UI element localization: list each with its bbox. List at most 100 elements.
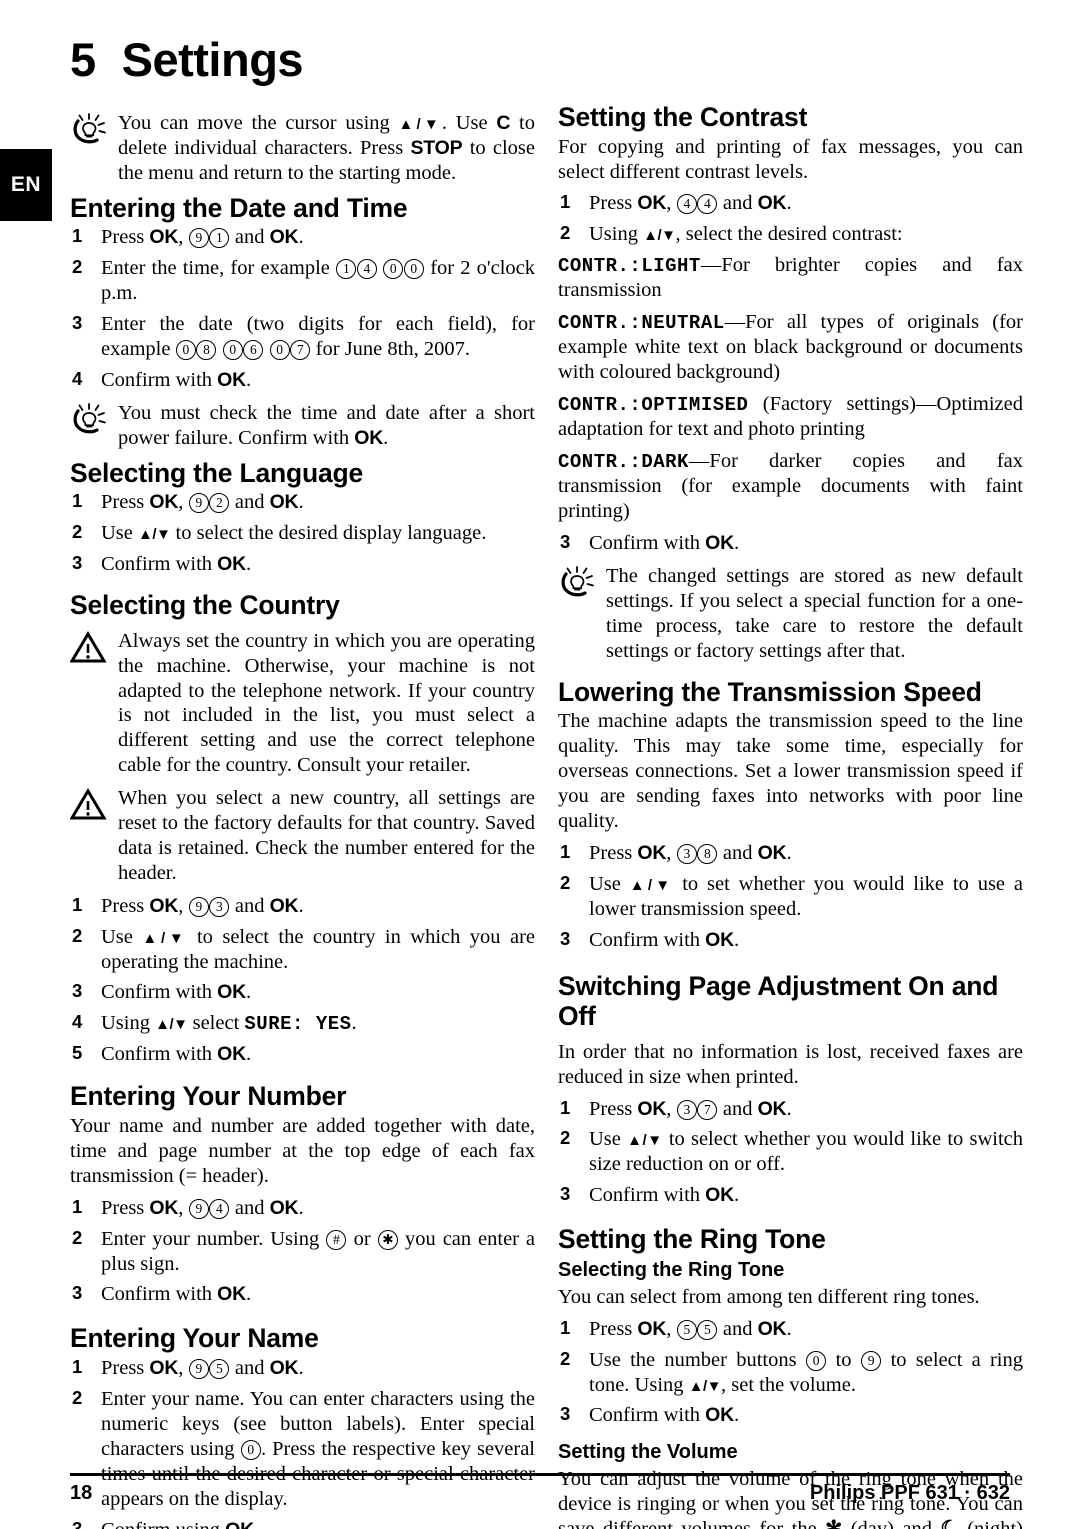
step-item: 3 Confirm with OK. — [558, 1183, 1023, 1208]
warning-note-text: Always set the country in which you are … — [118, 629, 535, 777]
product-name-footer: Philips PPF 631 · 632 — [809, 1482, 1010, 1504]
key-ok-label: OK — [217, 553, 247, 576]
step-text: Press — [101, 894, 150, 917]
numeric-key-icon: 1 — [209, 228, 230, 249]
step-item: 2 Enter the time, for example 1400 for 2 … — [70, 256, 535, 306]
step-text: Press — [101, 226, 150, 249]
step-number: 2 — [72, 256, 83, 278]
step-text: and — [717, 841, 758, 864]
step-text: and — [717, 1097, 758, 1120]
key-ok-label: OK — [217, 1283, 247, 1306]
step-text: . — [298, 1196, 304, 1219]
updown-arrows-icon: ▲/▼ — [643, 227, 676, 245]
step-text: Enter your number. Using — [101, 1227, 327, 1250]
step-text: . — [786, 192, 792, 215]
key-ok-label: OK — [705, 1404, 735, 1427]
step-text: and — [229, 491, 270, 514]
key-ok-label: OK — [149, 1357, 179, 1380]
right-column: Setting the Contrast For copying and pri… — [558, 102, 1023, 1529]
step-text: . — [254, 1519, 259, 1529]
numeric-key-icon: 9 — [188, 1359, 209, 1380]
step-number: 3 — [72, 312, 83, 334]
numeric-key-icon: 4 — [356, 259, 377, 280]
step-item: 1 Press OK, 92 and OK. — [70, 490, 535, 515]
step-text: and — [229, 226, 270, 249]
section-heading-page-adjustment: Switching Page Adjustment On and Off — [558, 971, 999, 1032]
step-text: . — [786, 1317, 792, 1340]
chapter-number: 5 — [70, 33, 96, 86]
step-number: 1 — [560, 1316, 571, 1338]
day-mode-icon: ✻ — [825, 1518, 842, 1529]
key-ok-label: OK — [757, 192, 787, 215]
step-number: 2 — [72, 1226, 83, 1248]
step-text: . — [298, 226, 304, 249]
key-ok-label: OK — [269, 226, 299, 249]
warning-triangle-icon — [69, 630, 110, 664]
step-item: 5 Confirm with OK. — [70, 1042, 535, 1067]
section-heading-contrast: Setting the Contrast — [558, 102, 808, 132]
step-item: 1 Press OK, 55 and OK. — [558, 1317, 1023, 1342]
step-text: , select the desired contrast: — [675, 223, 903, 246]
step-text: Press — [589, 192, 638, 215]
key-ok-label: OK — [149, 1196, 179, 1219]
step-text: Using — [101, 1012, 156, 1035]
step-text: select — [187, 1012, 245, 1035]
tip-note-cursor: You can move the cursor using ▲/▼. Use C… — [70, 111, 535, 186]
step-item: 1 Press OK, 91 and OK. — [70, 225, 535, 250]
step-text: and — [717, 1317, 758, 1340]
step-text: to — [826, 1348, 861, 1371]
step-number: 2 — [560, 871, 571, 893]
step-text: and — [229, 1196, 270, 1219]
step-number: 2 — [560, 1127, 571, 1149]
step-text: , — [666, 841, 677, 864]
step-text: Use — [589, 872, 630, 895]
step-text: . — [734, 1404, 740, 1427]
step-item: 3 Confirm using OK. — [70, 1518, 535, 1529]
step-text: Use — [101, 925, 143, 948]
chapter-title-text: Settings — [121, 33, 304, 86]
step-item: 1 Press OK, 37 and OK. — [558, 1097, 1023, 1122]
section-heading-date-time: Entering the Date and Time — [70, 192, 408, 223]
key-ok-label: OK — [354, 426, 384, 449]
step-item: 2 Use ▲/▼ to select the desired display l… — [70, 521, 535, 546]
step-text: to select the desired display language. — [170, 522, 487, 545]
section-intro-transmission-speed: The machine adapts the transmission spee… — [558, 710, 1023, 832]
contrast-option: CONTR.:NEUTRAL—For all types of original… — [558, 310, 1023, 385]
numeric-key-icon: 4 — [676, 194, 697, 215]
step-text: . — [786, 841, 792, 864]
contrast-option: CONTR.:LIGHT—For brighter copies and fax… — [558, 253, 1023, 303]
section-heading-ring-tone: Setting the Ring Tone — [558, 1224, 826, 1255]
step-text: , — [178, 1357, 189, 1380]
step-item: 3 Confirm with OK. — [70, 552, 535, 577]
step-text: . — [246, 1283, 252, 1306]
step-item: 2 Enter your name. You can enter characte… — [70, 1387, 535, 1512]
page-number: 18 — [70, 1482, 93, 1504]
key-ok-label: OK — [217, 981, 247, 1004]
step-number: 1 — [560, 840, 571, 862]
section-intro-contrast: For copying and printing of fax messages… — [558, 135, 1023, 183]
updown-arrows-icon: ▲/▼ — [627, 1132, 663, 1150]
numeric-key-icon: 7 — [697, 1099, 718, 1120]
footer-divider — [70, 1473, 1010, 1476]
step-text: , — [666, 192, 677, 215]
step-text: Use the number buttons — [589, 1348, 806, 1371]
step-text: . — [246, 553, 252, 576]
step-text: Enter the time, for example — [101, 257, 337, 280]
numeric-key-icon: 1 — [336, 259, 357, 280]
step-text: Use — [589, 1128, 628, 1151]
numeric-key-icon: 9 — [188, 228, 209, 249]
step-text: Press — [101, 1196, 150, 1219]
step-item: 2 Use ▲/▼ to set whether you would like t… — [558, 872, 1023, 922]
step-item: 2 Use the number buttons 0 to 9 to select… — [558, 1348, 1023, 1398]
numeric-key-icon: 2 — [209, 493, 230, 514]
step-text: Confirm with — [101, 981, 218, 1004]
step-text: Press — [589, 1097, 638, 1120]
tip-note-text: . — [383, 426, 389, 449]
step-text: , — [178, 1196, 189, 1219]
step-number: 1 — [560, 1096, 571, 1118]
key-ok-label: OK — [637, 1317, 667, 1340]
star-key-icon: ✱ — [377, 1229, 398, 1250]
key-ok-label: OK — [225, 1519, 254, 1529]
step-number: 1 — [72, 225, 83, 247]
step-item: 3 Confirm with OK. — [558, 928, 1023, 953]
